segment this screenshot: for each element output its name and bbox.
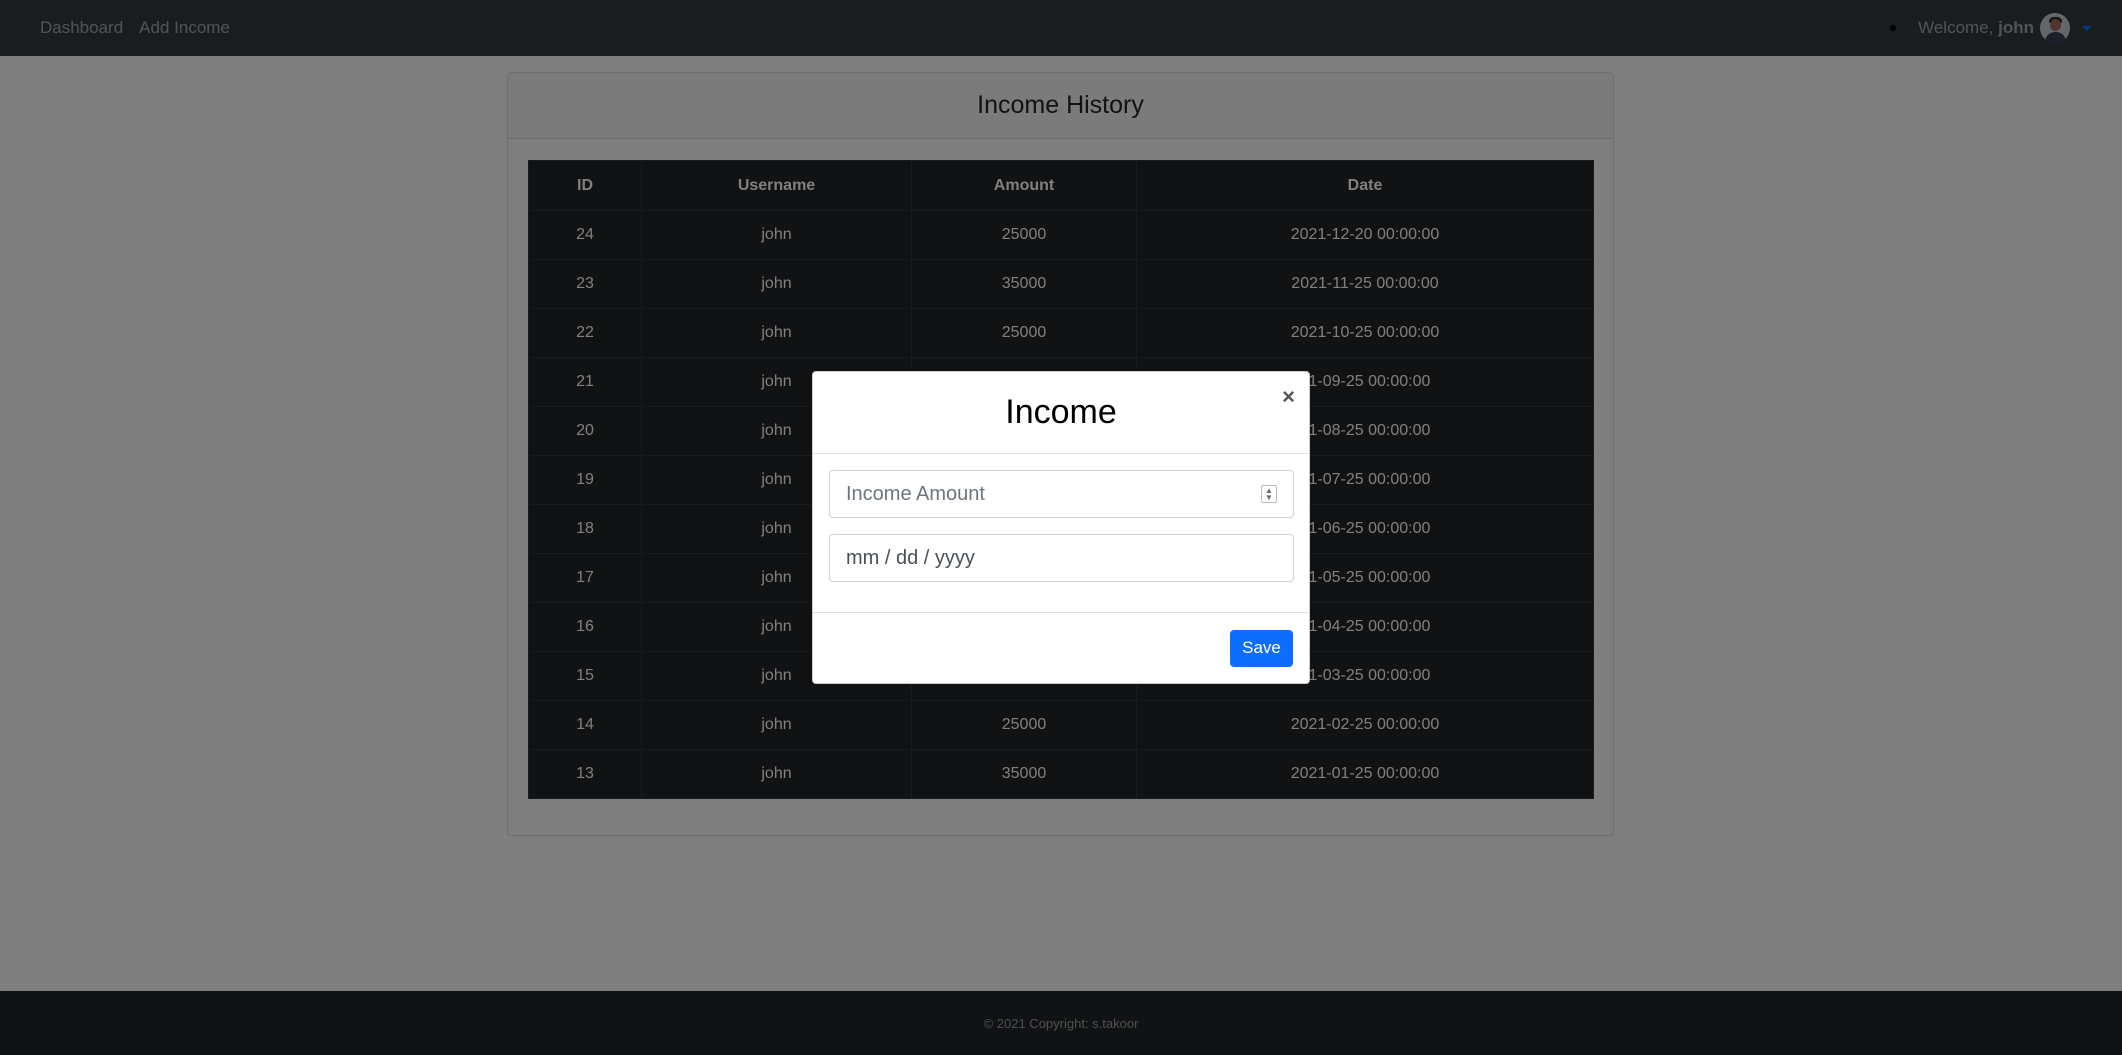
income-amount-placeholder: Income Amount xyxy=(846,482,985,505)
income-date-input[interactable]: mm / dd / yyyy xyxy=(829,534,1294,582)
income-amount-input[interactable]: Income Amount ▲ ▼ xyxy=(829,470,1294,518)
modal-footer: Save xyxy=(813,613,1309,683)
income-modal: Income × Income Amount ▲ ▼ mm / dd / yyy… xyxy=(812,371,1310,684)
close-icon[interactable]: × xyxy=(1282,386,1295,408)
save-button[interactable]: Save xyxy=(1230,629,1293,667)
modal-body: Income Amount ▲ ▼ mm / dd / yyyy xyxy=(813,454,1309,613)
number-spinner-icon[interactable]: ▲ ▼ xyxy=(1261,485,1277,503)
income-date-placeholder: mm / dd / yyyy xyxy=(846,546,975,569)
modal-header: Income × xyxy=(813,372,1309,454)
modal-title: Income xyxy=(1005,393,1117,431)
